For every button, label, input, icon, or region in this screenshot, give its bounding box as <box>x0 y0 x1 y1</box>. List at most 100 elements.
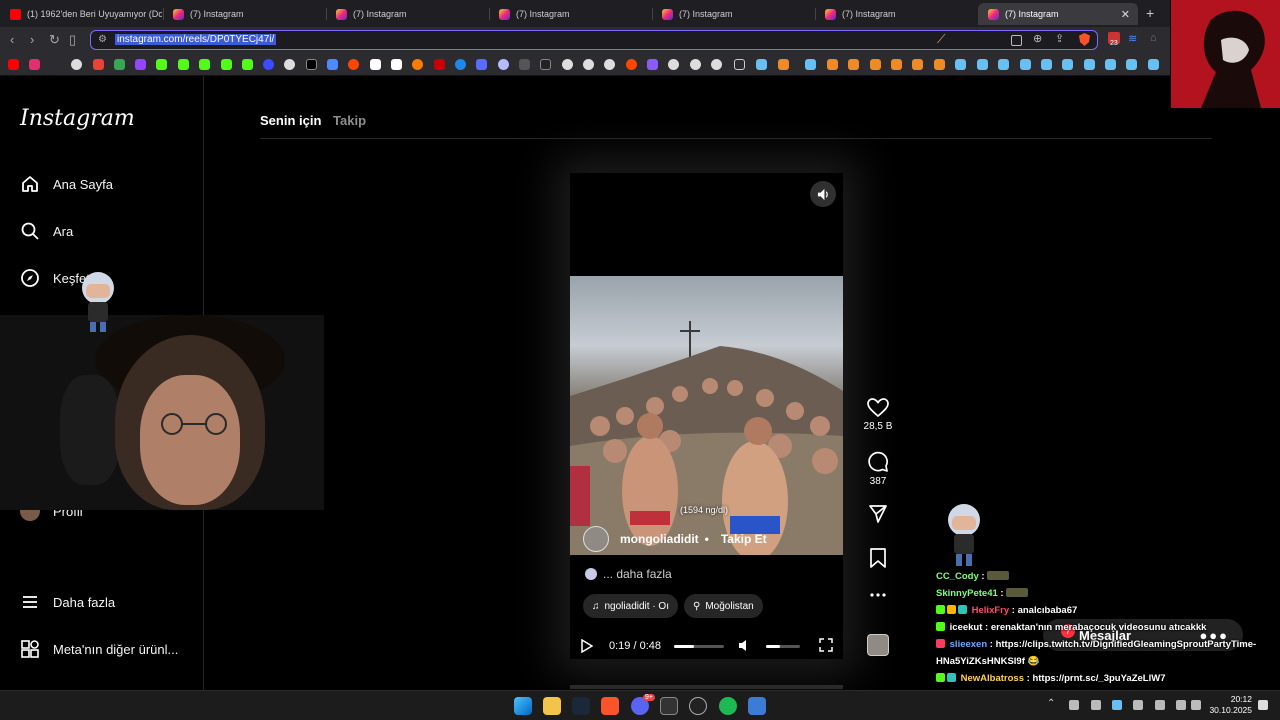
microphone-icon[interactable] <box>1155 700 1165 710</box>
browser-tab-instagram-active[interactable]: (7) Instagram ✕ <box>978 3 1138 25</box>
bookmark-kick-icon[interactable] <box>178 59 189 70</box>
bookmark-amazon-icon[interactable] <box>391 59 402 70</box>
bookmark-site-icon[interactable] <box>284 59 295 70</box>
tray-icon[interactable] <box>1133 700 1143 710</box>
browser-tab-instagram[interactable]: (7) Instagram <box>326 3 489 25</box>
tab-following[interactable]: Takip <box>333 113 366 128</box>
bookmark-steam-icon[interactable] <box>756 59 767 70</box>
bookmark-steam-icon[interactable] <box>1041 59 1052 70</box>
bookmark-kick-icon[interactable] <box>221 59 232 70</box>
bookmark-site-icon[interactable] <box>519 59 530 70</box>
save-action[interactable] <box>862 548 894 571</box>
bookmark-site-icon[interactable] <box>327 59 338 70</box>
obs-icon[interactable] <box>689 697 707 715</box>
bookmark-patreon-icon[interactable] <box>370 59 381 70</box>
browser-tab-instagram[interactable]: (7) Instagram <box>815 3 978 25</box>
bookmark-play-icon[interactable] <box>455 59 466 70</box>
bookmark-kick-icon[interactable] <box>156 59 167 70</box>
location-chip[interactable]: ⚲ Moğolistan <box>684 594 763 618</box>
bookmark-site-icon[interactable] <box>848 59 859 70</box>
tab-for-you[interactable]: Senin için <box>260 113 321 128</box>
brave-icon[interactable] <box>601 697 619 715</box>
zoom-icon[interactable]: ⊕ <box>1033 32 1042 45</box>
wifi-extension-icon[interactable]: ≋ <box>1128 32 1137 45</box>
bookmark-site-icon[interactable] <box>827 59 838 70</box>
share-icon[interactable]: ⇪ <box>1055 32 1064 45</box>
bookmark-site-icon[interactable] <box>434 59 445 70</box>
forward-button[interactable]: › <box>30 32 34 47</box>
bookmark-reddit-icon[interactable] <box>626 59 637 70</box>
system-clock[interactable]: 20:12 30.10.2025 <box>1208 694 1252 716</box>
progress-bar[interactable] <box>674 645 724 648</box>
start-windows-icon[interactable] <box>514 697 532 715</box>
play-icon[interactable] <box>581 639 593 653</box>
reload-button[interactable]: ↻ <box>49 32 60 48</box>
bookmark-site-icon[interactable] <box>476 59 487 70</box>
spotify-icon[interactable] <box>719 697 737 715</box>
bookmark-site-icon[interactable] <box>891 59 902 70</box>
bookmark-steam-icon[interactable] <box>1084 59 1095 70</box>
more-label[interactable]: ... daha fazla <box>603 567 672 581</box>
app-icon[interactable] <box>660 697 678 715</box>
nav-meta-products[interactable]: Meta'nın diğer ürünl... <box>20 639 178 659</box>
next-reel-preview[interactable] <box>570 685 843 689</box>
bookmark-steam-icon[interactable] <box>805 59 816 70</box>
browser-tab-instagram[interactable]: (7) Instagram <box>163 3 326 25</box>
author-username[interactable]: mongoliadidit <box>620 532 699 546</box>
fullscreen-icon[interactable] <box>819 638 833 652</box>
bookmark-globe-icon[interactable] <box>711 59 722 70</box>
bookmark-globe-icon[interactable] <box>562 59 573 70</box>
cast-icon[interactable] <box>1011 35 1022 46</box>
bookmark-steam-icon[interactable] <box>955 59 966 70</box>
browser-tab-youtube[interactable]: (1) 1962'den Beri Uyuyamıyor (Dokt <box>0 3 163 25</box>
nav-home[interactable]: Ana Sayfa <box>20 174 113 194</box>
bookmark-site-icon[interactable] <box>870 59 881 70</box>
bookmark-site-icon[interactable] <box>498 59 509 70</box>
bookmark-steam-icon[interactable] <box>1126 59 1137 70</box>
reel-player[interactable]: (1594 ng/dl) mongoliadidit • Takip Et ..… <box>570 173 843 659</box>
url-bar[interactable]: ⚙ instagram.com/reels/DP0TYECj47i/ ⟋ ⊕ ⇪ <box>90 30 1098 50</box>
bookmark-gmail-icon[interactable] <box>93 59 104 70</box>
comment-action[interactable]: 387 <box>862 451 894 487</box>
notification-icon[interactable] <box>1258 700 1268 710</box>
url-text[interactable]: instagram.com/reels/DP0TYECj47i/ <box>115 34 277 45</box>
file-explorer-icon[interactable] <box>543 697 561 715</box>
steam-tray-icon[interactable] <box>1112 700 1122 710</box>
network-icon[interactable] <box>1176 700 1186 710</box>
bookmark-site-icon[interactable] <box>647 59 658 70</box>
app-icon[interactable] <box>748 697 766 715</box>
reel-video-frame[interactable]: (1594 ng/dl) <box>570 276 843 555</box>
bookmark-site-icon[interactable] <box>934 59 945 70</box>
ellipsis-icon[interactable] <box>869 592 887 598</box>
browser-tab-instagram[interactable]: (7) Instagram <box>652 3 815 25</box>
bookmark-site-icon[interactable] <box>263 59 274 70</box>
speaker-tray-icon[interactable] <box>1191 700 1201 710</box>
follow-button[interactable]: Takip Et <box>721 532 767 546</box>
bookmark-x-icon[interactable] <box>306 59 317 70</box>
audio-thumbnail[interactable] <box>862 634 894 656</box>
volume-slider[interactable] <box>766 645 800 648</box>
bookmark-site-icon[interactable] <box>412 59 423 70</box>
like-action[interactable]: 28,5 B <box>862 398 894 432</box>
bookmark-drive-icon[interactable] <box>114 59 125 70</box>
volume-button[interactable] <box>810 181 836 207</box>
brave-shield-icon[interactable] <box>1079 33 1090 46</box>
share-action[interactable] <box>862 504 894 527</box>
bookmark-steam-icon[interactable] <box>1148 59 1159 70</box>
bookmark-youtube-icon[interactable] <box>8 59 19 70</box>
bookmark-site-icon[interactable] <box>912 59 923 70</box>
bookmark-kick-icon[interactable] <box>242 59 253 70</box>
close-tab-icon[interactable]: ✕ <box>1121 8 1130 21</box>
bookmark-globe-icon[interactable] <box>668 59 679 70</box>
browser-tab-instagram[interactable]: (7) Instagram <box>489 3 652 25</box>
bookmark-globe-icon[interactable] <box>690 59 701 70</box>
tray-icon[interactable] <box>1091 700 1101 710</box>
comment-icon[interactable] <box>867 451 889 473</box>
send-icon[interactable] <box>868 504 888 524</box>
bookmark-site-icon[interactable] <box>778 59 789 70</box>
bookmark-globe-icon[interactable] <box>71 59 82 70</box>
steam-icon[interactable] <box>572 697 590 715</box>
audio-chip[interactable]: ♫ ngoliadidit · Oı <box>583 594 678 618</box>
bookmark-folder-icon[interactable] <box>734 59 745 70</box>
bookmark-twitch-icon[interactable] <box>135 59 146 70</box>
